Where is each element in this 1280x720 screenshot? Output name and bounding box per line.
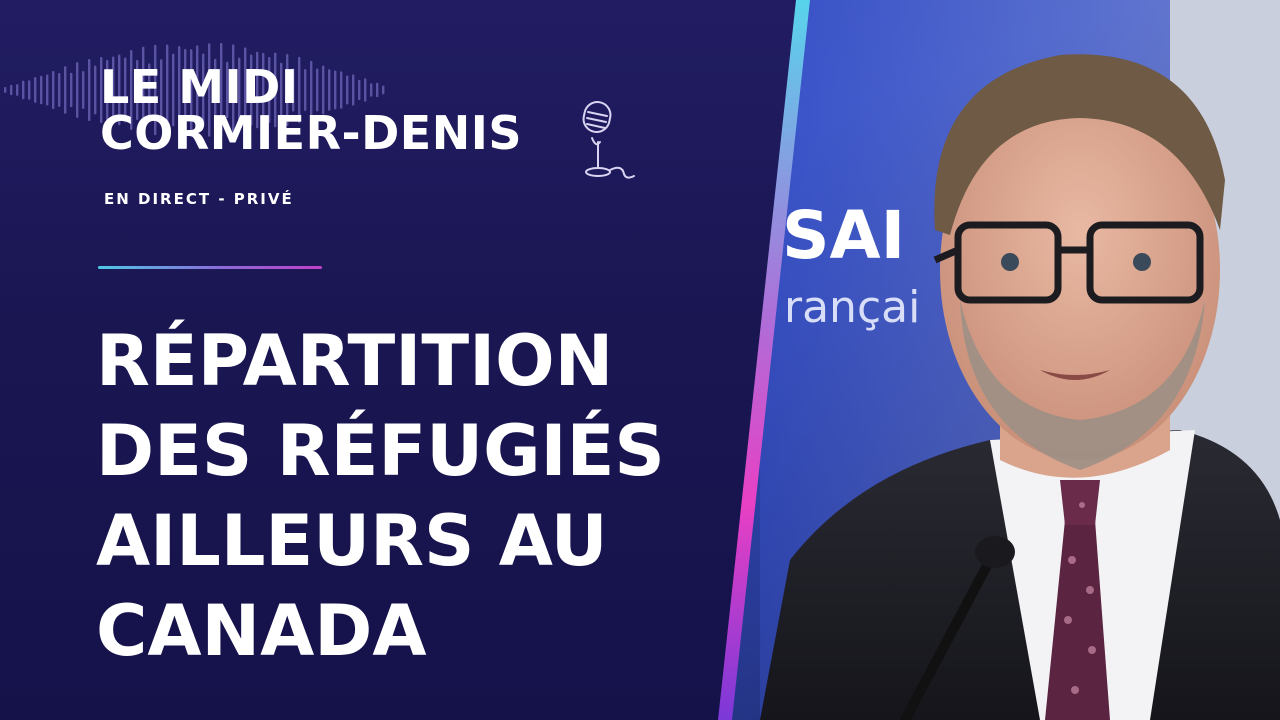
- headline-line-4: CANADA: [96, 590, 427, 672]
- show-title-line-2: CORMIER-DENIS: [100, 106, 522, 160]
- show-title: LE MIDI CORMIER-DENIS: [100, 64, 522, 156]
- microphone-icon: [582, 101, 635, 179]
- show-title-line-1: LE MIDI: [100, 60, 299, 114]
- backdrop-sign-subtext: rançai: [784, 282, 920, 333]
- headline: RÉPARTITION DES RÉFUGIÉS AILLEURS AU CAN…: [96, 316, 716, 676]
- backdrop-sign-text: SAI: [782, 197, 905, 274]
- headline-line-3: AILLEURS AU: [96, 500, 608, 582]
- broadcast-status: EN DIRECT - PRIVÉ: [104, 190, 294, 208]
- branding-panel: LE MIDI CORMIER-DENIS EN DIRECT - PRIVÉ …: [0, 0, 800, 720]
- gradient-divider: [98, 266, 322, 269]
- headline-line-1: RÉPARTITION: [96, 320, 614, 402]
- headline-line-2: DES RÉFUGIÉS: [96, 410, 665, 492]
